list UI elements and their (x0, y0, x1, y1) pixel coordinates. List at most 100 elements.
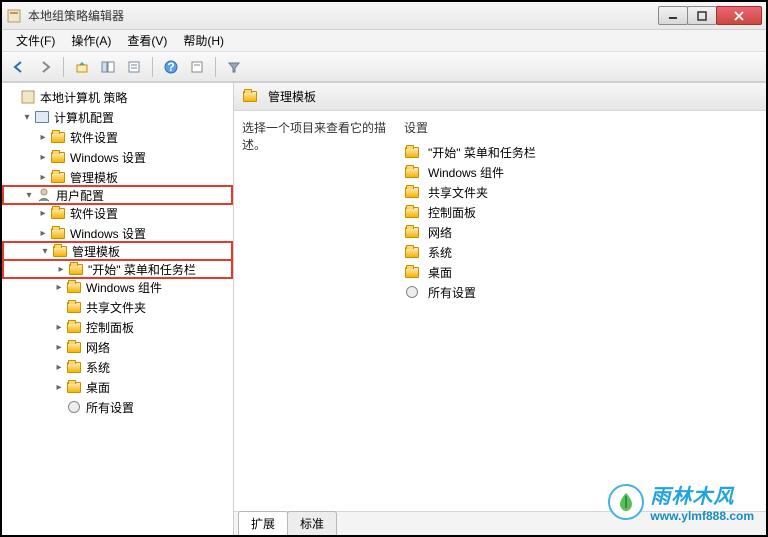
content-title: 管理模板 (268, 88, 316, 105)
tree-item[interactable]: ▸ 桌面 (2, 377, 233, 397)
policy-icon (20, 89, 36, 105)
up-button[interactable] (71, 56, 93, 78)
filter-button[interactable] (223, 56, 245, 78)
expand-icon[interactable]: ▸ (52, 382, 66, 393)
folder-icon (404, 144, 420, 160)
window-controls (659, 6, 762, 25)
maximize-button[interactable] (687, 6, 717, 25)
list-label: 桌面 (428, 264, 452, 281)
close-button[interactable] (716, 6, 762, 25)
expand-icon[interactable]: ▸ (54, 264, 68, 275)
folder-icon (66, 339, 82, 355)
list-item[interactable]: "开始" 菜单和任务栏 (404, 142, 758, 162)
list-item[interactable]: Windows 组件 (404, 162, 758, 182)
folder-icon (66, 279, 82, 295)
expand-icon[interactable]: ▸ (52, 362, 66, 373)
settings-icon (66, 399, 82, 415)
help-button[interactable]: ? (160, 56, 182, 78)
expand-icon[interactable]: ▸ (52, 342, 66, 353)
list-item[interactable]: 所有设置 (404, 282, 758, 302)
tree-label: Windows 设置 (70, 225, 146, 242)
menu-help[interactable]: 帮助(H) (175, 30, 232, 51)
folder-icon (404, 264, 420, 280)
list-label: 网络 (428, 224, 452, 241)
export-list-button[interactable] (123, 56, 145, 78)
tree-item[interactable]: ▸ 系统 (2, 357, 233, 377)
collapse-icon[interactable]: ▾ (22, 190, 36, 201)
list-item[interactable]: 共享文件夹 (404, 182, 758, 202)
folder-icon (404, 184, 420, 200)
content-header: 管理模板 (234, 83, 766, 111)
list-label: 系统 (428, 244, 452, 261)
collapse-icon[interactable]: ▾ (38, 246, 52, 257)
svg-text:?: ? (167, 60, 174, 74)
list-label: 控制面板 (428, 204, 476, 221)
settings-column-header[interactable]: 设置 (404, 119, 758, 136)
tree-item[interactable]: ▸ 管理模板 (2, 167, 233, 187)
expand-icon[interactable]: ▸ (36, 132, 50, 143)
tree-item[interactable]: ▸软件设置 (2, 203, 233, 223)
window-title: 本地组策略编辑器 (28, 7, 659, 24)
list-item[interactable]: 桌面 (404, 262, 758, 282)
forward-button[interactable] (34, 56, 56, 78)
tree-pane[interactable]: ▶ 本地计算机 策略 ▾ 计算机配置 ▸软件设置 ▸ Windows 设置 ▸ 管理… (2, 83, 234, 535)
tree-label: 网络 (86, 339, 110, 356)
folder-icon (404, 204, 420, 220)
folder-icon (68, 261, 84, 277)
menu-action[interactable]: 操作(A) (63, 30, 119, 51)
folder-icon (66, 379, 82, 395)
minimize-button[interactable] (658, 6, 688, 25)
tree-label: 用户配置 (56, 187, 104, 204)
tree-label: Windows 组件 (86, 279, 162, 296)
tree-admin-templates[interactable]: ▾ 管理模板 (2, 241, 233, 261)
tree-item[interactable]: ▸共享文件夹 (2, 297, 233, 317)
list-item[interactable]: 控制面板 (404, 202, 758, 222)
folder-icon (66, 299, 82, 315)
description-text: 选择一个项目来查看它的描述。 (242, 119, 392, 153)
tree-item[interactable]: ▸Windows 设置 (2, 147, 233, 167)
tree-item[interactable]: ▸软件设置 (2, 127, 233, 147)
tree-item[interactable]: ▸ Windows 组件 (2, 277, 233, 297)
folder-icon (404, 164, 420, 180)
expand-icon[interactable]: ▸ (52, 282, 66, 293)
toolbar: ? (2, 52, 766, 82)
menubar: 文件(F) 操作(A) 查看(V) 帮助(H) (2, 30, 766, 52)
tree-item[interactable]: ▸ 网络 (2, 337, 233, 357)
tree-label: 桌面 (86, 379, 110, 396)
properties-button[interactable] (186, 56, 208, 78)
folder-icon (50, 149, 66, 165)
settings-list: 设置 "开始" 菜单和任务栏 Windows 组件 共享文件夹 控制面板 网络 … (404, 119, 758, 503)
menu-view[interactable]: 查看(V) (119, 30, 175, 51)
folder-icon (66, 319, 82, 335)
tree-label: 系统 (86, 359, 110, 376)
menu-file[interactable]: 文件(F) (8, 30, 63, 51)
list-label: Windows 组件 (428, 164, 504, 181)
tree-label: 管理模板 (72, 243, 120, 260)
tab-standard[interactable]: 标准 (287, 511, 337, 535)
list-item[interactable]: 系统 (404, 242, 758, 262)
expand-icon[interactable]: ▸ (36, 172, 50, 183)
tab-extended[interactable]: 扩展 (238, 511, 288, 535)
tree-label: 管理模板 (70, 169, 118, 186)
back-button[interactable] (8, 56, 30, 78)
tree-item[interactable]: ▸控制面板 (2, 317, 233, 337)
tree-start-taskbar[interactable]: ▸"开始" 菜单和任务栏 (2, 259, 233, 279)
expand-icon[interactable]: ▸ (36, 208, 50, 219)
list-label: "开始" 菜单和任务栏 (428, 144, 536, 161)
user-icon (36, 187, 52, 203)
tree-item[interactable]: ▸所有设置 (2, 397, 233, 417)
expand-icon[interactable]: ▸ (36, 228, 50, 239)
collapse-icon[interactable]: ▾ (20, 112, 34, 123)
list-item[interactable]: 网络 (404, 222, 758, 242)
tree-item[interactable]: ▸ Windows 设置 (2, 223, 233, 243)
tree-root[interactable]: ▶ 本地计算机 策略 (2, 87, 233, 107)
toolbar-separator (152, 57, 153, 77)
tree-user-config[interactable]: ▾ 用户配置 (2, 185, 233, 205)
folder-icon (242, 89, 258, 105)
expand-icon[interactable]: ▸ (52, 322, 66, 333)
folder-icon (66, 359, 82, 375)
show-hide-tree-button[interactable] (97, 56, 119, 78)
expand-icon[interactable]: ▸ (36, 152, 50, 163)
tree-computer-config[interactable]: ▾ 计算机配置 (2, 107, 233, 127)
folder-icon (404, 224, 420, 240)
